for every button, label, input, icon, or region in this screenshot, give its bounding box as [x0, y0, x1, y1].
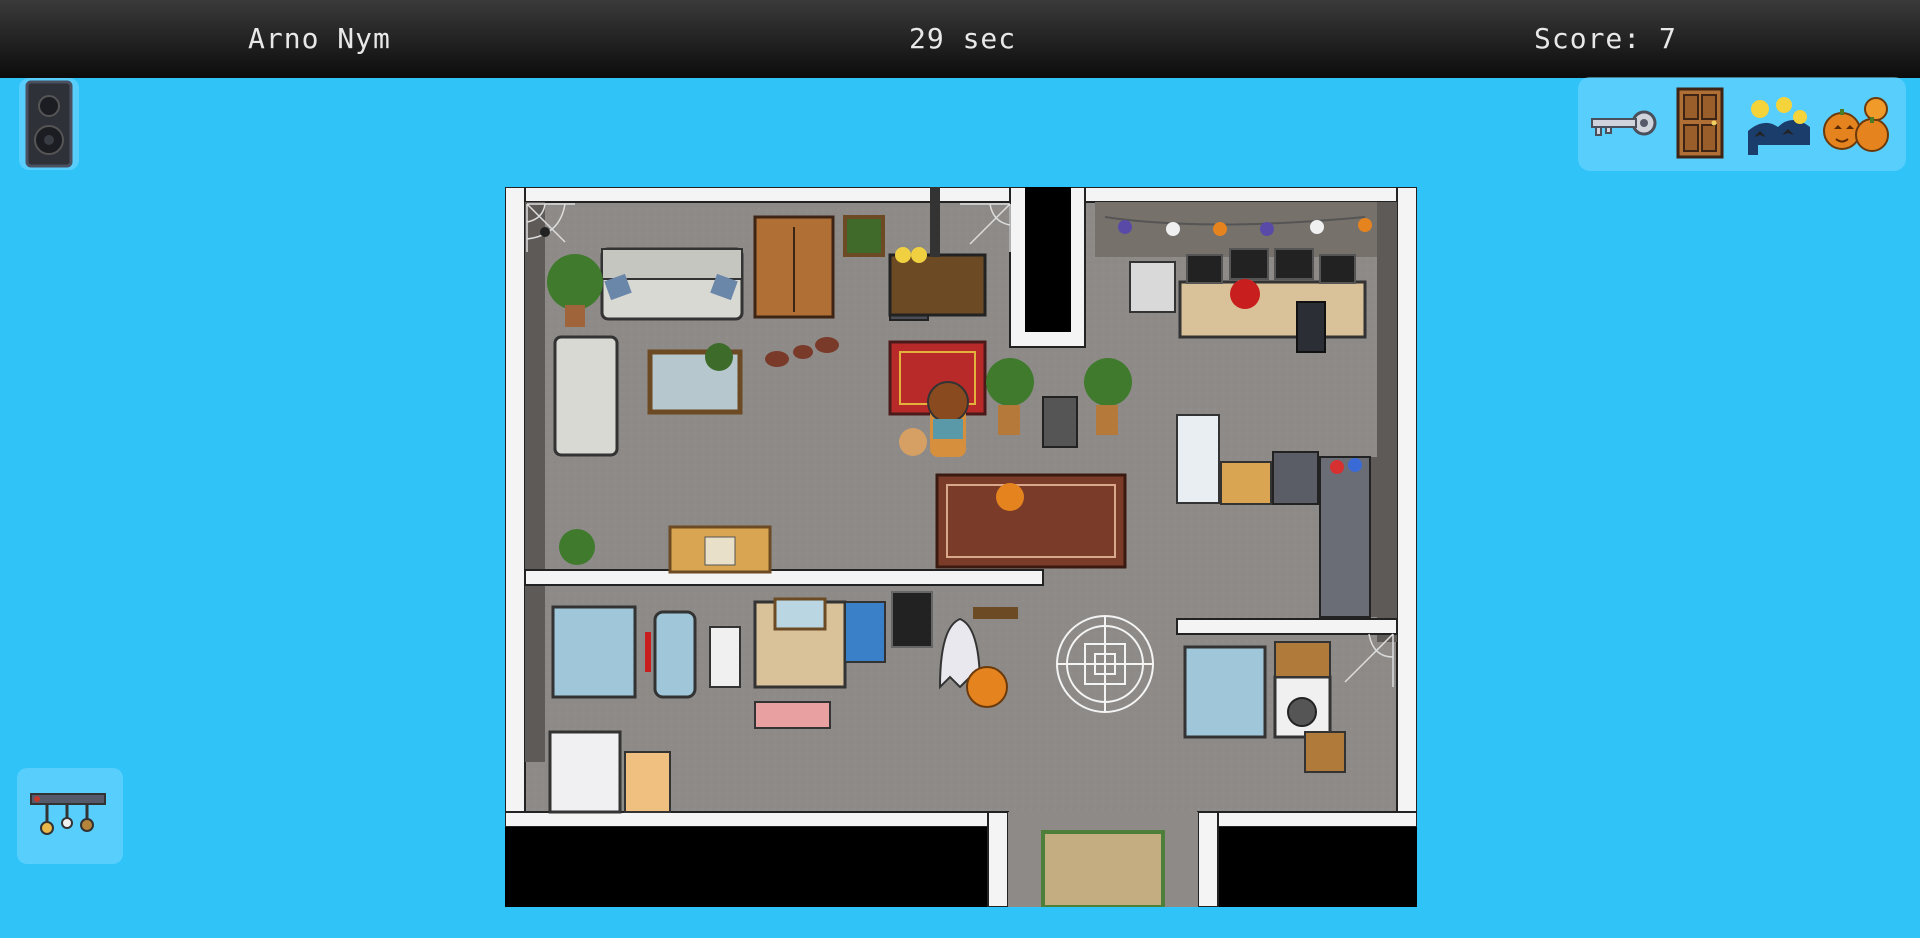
potted-plant	[986, 358, 1034, 406]
spider	[540, 227, 550, 237]
fireplace	[888, 253, 987, 317]
fridge	[1176, 414, 1220, 504]
laundry-shelf	[1183, 645, 1267, 739]
picture-frame	[843, 215, 885, 257]
pumpkins-icon	[1823, 97, 1889, 152]
plant-on-table	[705, 343, 733, 371]
hud-bar: Arno Nym 29 sec Score: 7	[0, 0, 1920, 78]
blood-stain	[765, 351, 789, 367]
pumpkin	[966, 666, 1008, 708]
score: Score: 7	[1534, 22, 1677, 55]
bats-on-tree-icon	[1748, 97, 1810, 155]
gas-canister	[1042, 396, 1078, 448]
plunger	[645, 632, 651, 672]
pumpkin	[996, 483, 1024, 511]
inventory-slot-bats[interactable]	[1740, 87, 1816, 159]
monitor	[1186, 254, 1223, 284]
water-cooler	[844, 601, 886, 663]
wall-laundry-top	[1176, 618, 1398, 635]
stove	[1272, 451, 1319, 505]
door-icon	[1676, 87, 1724, 159]
bathroom-shelf	[551, 605, 637, 699]
timer: 29 sec	[909, 22, 1017, 55]
inventory-slot-pumpkins[interactable]	[1818, 87, 1894, 159]
inventory-panel	[1578, 77, 1906, 171]
game-scene[interactable]	[504, 186, 1418, 909]
wall-right	[1396, 186, 1418, 828]
wall-left	[504, 186, 526, 828]
office-chair	[1296, 301, 1326, 353]
poster	[891, 591, 933, 648]
brown-rug	[935, 473, 1127, 569]
potted-plant	[547, 254, 603, 310]
wall-top	[504, 186, 1418, 203]
bathtub	[548, 730, 622, 814]
doormat	[1041, 830, 1165, 909]
key-rack-icon	[30, 793, 106, 835]
blood-stain	[1230, 279, 1260, 309]
laundry-basket	[1274, 641, 1331, 678]
pentagram-sigil	[1056, 615, 1154, 713]
wall-bathroom-top	[524, 569, 1044, 586]
inventory-slot-key[interactable]	[1584, 87, 1660, 159]
player-name: Arno Nym	[248, 22, 391, 55]
sound-toggle-button[interactable]	[19, 78, 79, 170]
mirror	[773, 597, 827, 631]
counter	[1220, 461, 1272, 505]
candle	[895, 247, 911, 263]
speaker-icon	[25, 80, 73, 168]
bath-mat	[754, 701, 831, 729]
key-icon	[1591, 110, 1657, 136]
teddy-bear	[899, 428, 927, 456]
toilet-paper	[709, 626, 741, 688]
towel-rug	[624, 751, 671, 813]
printer	[1129, 261, 1176, 313]
kitchen-counter	[1319, 456, 1371, 618]
house-map	[504, 186, 1418, 909]
armchair	[553, 335, 619, 457]
toilet	[653, 610, 697, 699]
key-rack-button[interactable]	[17, 768, 123, 864]
inventory-slot-door[interactable]	[1662, 87, 1738, 159]
desk	[1178, 280, 1367, 339]
